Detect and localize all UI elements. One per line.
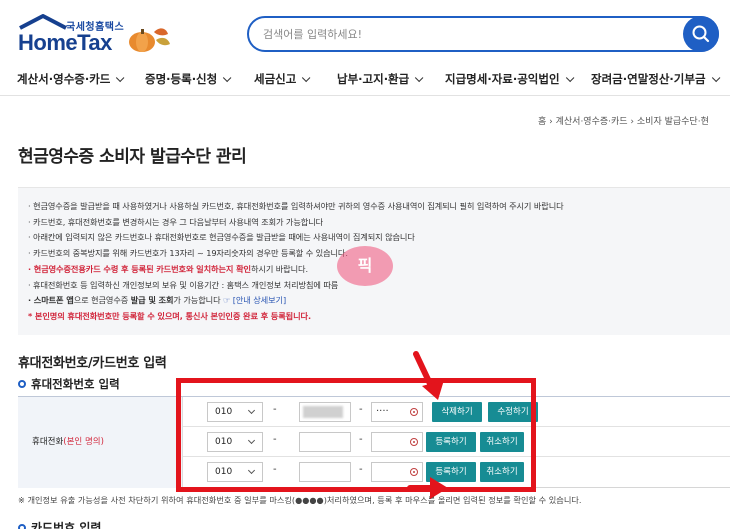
notice-item-privacy: · 휴대전화번호 등 입력하신 개인정보의 보유 및 이용기간 : 홈택스 개인…	[28, 279, 339, 290]
notice-item-app: · 스마트폰 앱으로 현금영수증 발급 및 조회가 가능합니다 ☞ [안내 상세…	[28, 295, 287, 306]
phone-row-2: 010 - - 등록하기 취소하기	[183, 427, 730, 457]
logo-title: HomeTax	[18, 30, 112, 55]
phone-row-1: 010 - - ···· 삭제하기 수정하기	[183, 397, 730, 427]
phone-middle-input[interactable]	[299, 432, 351, 452]
ring-bullet-icon	[18, 524, 26, 529]
eye-icon[interactable]	[410, 408, 418, 416]
eye-icon[interactable]	[410, 438, 418, 446]
dash-separator: -	[273, 434, 277, 445]
annotation-arrow-icon	[413, 351, 444, 400]
cancel-button[interactable]: 취소하기	[480, 432, 524, 452]
chevron-down-icon	[116, 73, 125, 83]
notice-item: · 카드번호, 휴대전화번호를 변경하시는 경우 그 다음날부터 사용내역 조회…	[28, 216, 324, 227]
card-section-title: 카드번호 입력	[18, 519, 101, 529]
phone-middle-input[interactable]	[299, 402, 351, 422]
chevron-down-icon	[247, 436, 256, 445]
pumpkin-icon	[129, 28, 170, 52]
phone-last-input[interactable]	[371, 462, 423, 482]
masked-blur	[303, 406, 343, 418]
ring-bullet-icon	[18, 380, 26, 388]
notice-item-final: * 본인명의 휴대전화번호만 등록할 수 있으며, 통신사 본인인증 완료 후 …	[28, 310, 311, 321]
nav-item-tax-filing[interactable]: 세금신고	[254, 71, 311, 87]
nav-item-certificates[interactable]: 증명·등록·신청	[145, 71, 232, 87]
dash-separator: -	[359, 464, 363, 475]
hometax-logo[interactable]: 국세청홈택스 HomeTax	[14, 14, 174, 56]
register-button[interactable]: 등록하기	[426, 432, 476, 452]
label-cell: 휴대전화(본인 명의)	[18, 397, 183, 488]
phone-prefix-select[interactable]: 010	[207, 432, 263, 452]
page-title: 현금영수증 소비자 발급수단 관리	[18, 147, 247, 167]
search-icon	[692, 25, 710, 43]
phone-last-input[interactable]: ····	[371, 402, 423, 422]
nav-item-incentives[interactable]: 장려금·연말정산·기부금	[591, 71, 720, 87]
dash-separator: -	[359, 434, 363, 445]
guide-detail-link[interactable]: ☞ [안내 상세보기]	[223, 295, 286, 305]
search-button[interactable]	[683, 16, 719, 52]
privacy-footnote: ※ 개인정보 유출 가능성을 사전 차단하기 위하여 휴대전화번호 중 일부를 …	[18, 495, 582, 505]
chevron-down-icon	[247, 406, 256, 415]
chevron-down-icon	[711, 73, 720, 83]
chevron-down-icon	[415, 73, 424, 83]
delete-button[interactable]: 삭제하기	[432, 402, 482, 422]
phone-prefix-select[interactable]: 010	[207, 462, 263, 482]
section-title: 휴대전화번호/카드번호 입력	[18, 356, 167, 371]
subsection-title: 휴대전화번호 입력	[18, 376, 120, 392]
phone-middle-input[interactable]	[299, 462, 351, 482]
edit-button[interactable]: 수정하기	[488, 402, 538, 422]
watermark-badge: 픽	[337, 246, 393, 286]
dash-separator: -	[359, 404, 363, 415]
notice-item: · 카드번호의 중복방지를 위해 카드번호가 13자리 ~ 19자리숫자의 경우…	[28, 248, 348, 259]
notice-item-warning: · 현금영수증전용카드 수령 후 등록된 카드번호와 일치하는지 확인하시기 바…	[28, 263, 308, 274]
dash-separator: -	[273, 464, 277, 475]
notice-item: · 현금영수증을 발급받을 때 사용하였거나 사용하실 카드번호, 휴대전화번호…	[28, 201, 564, 211]
phone-prefix-select[interactable]: 010	[207, 402, 263, 422]
chevron-down-icon	[302, 73, 311, 83]
phone-row-3: 010 - - 등록하기 취소하기	[183, 457, 730, 487]
chevron-down-icon	[223, 73, 232, 83]
breadcrumb[interactable]: 홈 › 계산서·영수증·카드 › 소비자 발급수단·현	[538, 114, 709, 127]
nav-item-statements[interactable]: 지급명세·자료·공익법인	[445, 71, 574, 87]
main-nav: 계산서·영수증·카드 증명·등록·신청 세금신고 납부·고지·환급 지급명세·자…	[0, 62, 730, 96]
header: 국세청홈택스 HomeTax	[0, 0, 730, 62]
notice-item: · 아래칸에 입력되지 않은 카드번호나 휴대전화번호로 현금영수증을 발급받을…	[28, 232, 415, 243]
phone-label: 휴대전화(본인 명의)	[32, 437, 104, 447]
search-input[interactable]	[263, 18, 663, 50]
nav-item-payment[interactable]: 납부·고지·환급	[337, 71, 424, 87]
nav-item-receipts[interactable]: 계산서·영수증·카드	[17, 71, 125, 87]
dash-separator: -	[273, 404, 277, 415]
eye-icon[interactable]	[410, 468, 418, 476]
phone-form-table: 휴대전화(본인 명의) 010 - - ···· 삭제하기 수정하기 010 -…	[18, 396, 730, 488]
phone-last-input[interactable]	[371, 432, 423, 452]
cancel-button[interactable]: 취소하기	[480, 462, 524, 482]
chevron-down-icon	[565, 73, 574, 83]
search-bar	[247, 16, 719, 52]
chevron-down-icon	[247, 466, 256, 475]
register-button[interactable]: 등록하기	[426, 462, 476, 482]
